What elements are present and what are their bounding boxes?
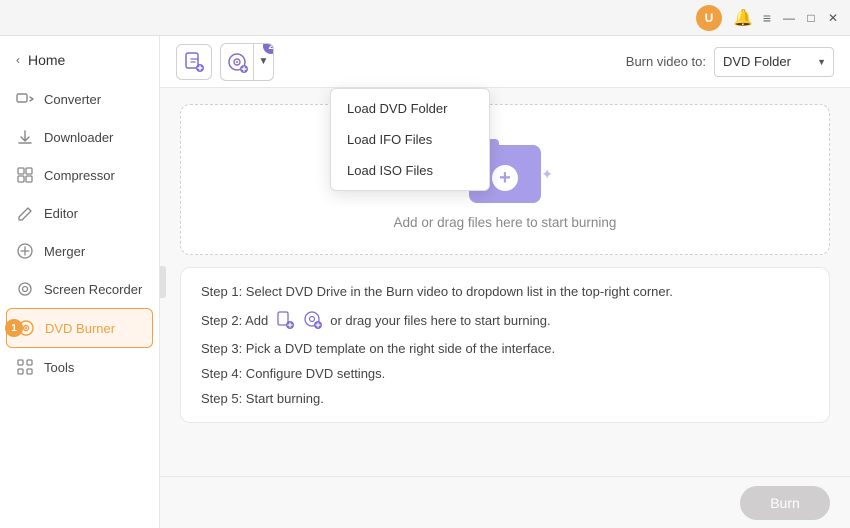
notification-icon[interactable]: 🔔 <box>730 5 756 31</box>
sidebar-item-downloader-label: Downloader <box>44 130 113 145</box>
window-controls: ≡ — □ ✕ <box>760 11 840 25</box>
instruction-step4: Step 4: Configure DVD settings. <box>201 366 809 381</box>
sidebar-item-dvd-burner-label: DVD Burner <box>45 321 115 336</box>
sidebar-item-screen-recorder[interactable]: Screen Recorder <box>0 270 159 308</box>
minimize-button[interactable]: — <box>782 11 796 25</box>
sidebar: ‹ Home Converter Downloader <box>0 36 160 528</box>
burn-to-label: Burn video to: <box>626 54 706 69</box>
user-avatar[interactable]: U <box>696 5 722 31</box>
sidebar-item-merger[interactable]: Merger <box>0 232 159 270</box>
instruction-step3: Step 3: Pick a DVD template on the right… <box>201 341 809 356</box>
sidebar-item-editor[interactable]: Editor <box>0 194 159 232</box>
drop-zone-text: Add or drag files here to start burning <box>394 215 617 230</box>
sparkle-right-icon: ✦ <box>541 166 553 183</box>
add-dvd-button[interactable]: 2 ▼ <box>220 43 274 81</box>
sidebar-item-tools-label: Tools <box>44 360 74 375</box>
dropdown-load-iso-files[interactable]: Load ISO Files <box>331 155 489 186</box>
dropdown-badge: 2 <box>263 43 274 54</box>
dvd-burner-badge: 1 <box>5 319 23 337</box>
dvd-icon <box>221 44 253 80</box>
home-label: Home <box>28 52 65 68</box>
sidebar-item-dvd-burner[interactable]: 1 DVD Burner <box>6 308 153 348</box>
converter-icon <box>16 90 34 108</box>
compressor-icon <box>16 166 34 184</box>
instruction-step1: Step 1: Select DVD Drive in the Burn vid… <box>201 284 809 299</box>
sidebar-item-editor-label: Editor <box>44 206 78 221</box>
home-nav[interactable]: ‹ Home <box>0 44 159 80</box>
merger-icon <box>16 242 34 260</box>
dropdown-load-dvd-folder[interactable]: Load DVD Folder <box>331 93 489 124</box>
main-layout: ‹ Home Converter Downloader <box>0 36 850 528</box>
sidebar-item-screen-recorder-label: Screen Recorder <box>44 282 142 297</box>
add-dvd-inline-icon <box>302 309 324 331</box>
downloader-icon <box>16 128 34 146</box>
dropdown-load-ifo-files[interactable]: Load IFO Files <box>331 124 489 155</box>
sidebar-item-tools[interactable]: Tools <box>0 348 159 386</box>
sidebar-collapse-handle[interactable]: ‹ <box>160 266 166 298</box>
sidebar-item-converter[interactable]: Converter <box>0 80 159 118</box>
instructions-panel: Step 1: Select DVD Drive in the Burn vid… <box>180 267 830 423</box>
sidebar-item-compressor[interactable]: Compressor <box>0 156 159 194</box>
folder-plus-icon: + <box>492 165 518 191</box>
bottom-bar: Burn <box>160 476 850 528</box>
burn-to-wrapper: DVD Folder ISO File DVD Disc <box>714 47 834 77</box>
sidebar-item-downloader[interactable]: Downloader <box>0 118 159 156</box>
burn-to-select[interactable]: DVD Folder ISO File DVD Disc <box>714 47 834 77</box>
sidebar-item-compressor-label: Compressor <box>44 168 115 183</box>
toolbar: 2 ▼ Burn video to: DVD Folder <box>160 36 850 88</box>
drop-zone-wrapper: + ✦ ✦ Add or drag files here to start bu… <box>160 88 850 476</box>
dvd-dropdown-menu: Load DVD Folder Load IFO Files Load ISO … <box>330 88 490 191</box>
burn-button[interactable]: Burn <box>740 486 830 520</box>
hamburger-icon[interactable]: ≡ <box>760 11 774 25</box>
back-arrow-icon: ‹ <box>16 53 20 67</box>
add-file-button[interactable] <box>176 44 212 80</box>
instruction-step2: Step 2: Add <box>201 309 809 331</box>
add-file-inline-icon <box>274 309 296 331</box>
sidebar-item-converter-label: Converter <box>44 92 101 107</box>
editor-icon <box>16 204 34 222</box>
content-area: ‹ 2 <box>160 36 850 528</box>
drop-zone[interactable]: + ✦ ✦ Add or drag files here to start bu… <box>180 104 830 255</box>
screen-recorder-icon <box>16 280 34 298</box>
close-button[interactable]: ✕ <box>826 11 840 25</box>
instruction-step5: Step 5: Start burning. <box>201 391 809 406</box>
title-bar: U 🔔 ≡ — □ ✕ <box>0 0 850 36</box>
sidebar-item-merger-label: Merger <box>44 244 85 259</box>
tools-icon <box>16 358 34 376</box>
maximize-button[interactable]: □ <box>804 11 818 25</box>
